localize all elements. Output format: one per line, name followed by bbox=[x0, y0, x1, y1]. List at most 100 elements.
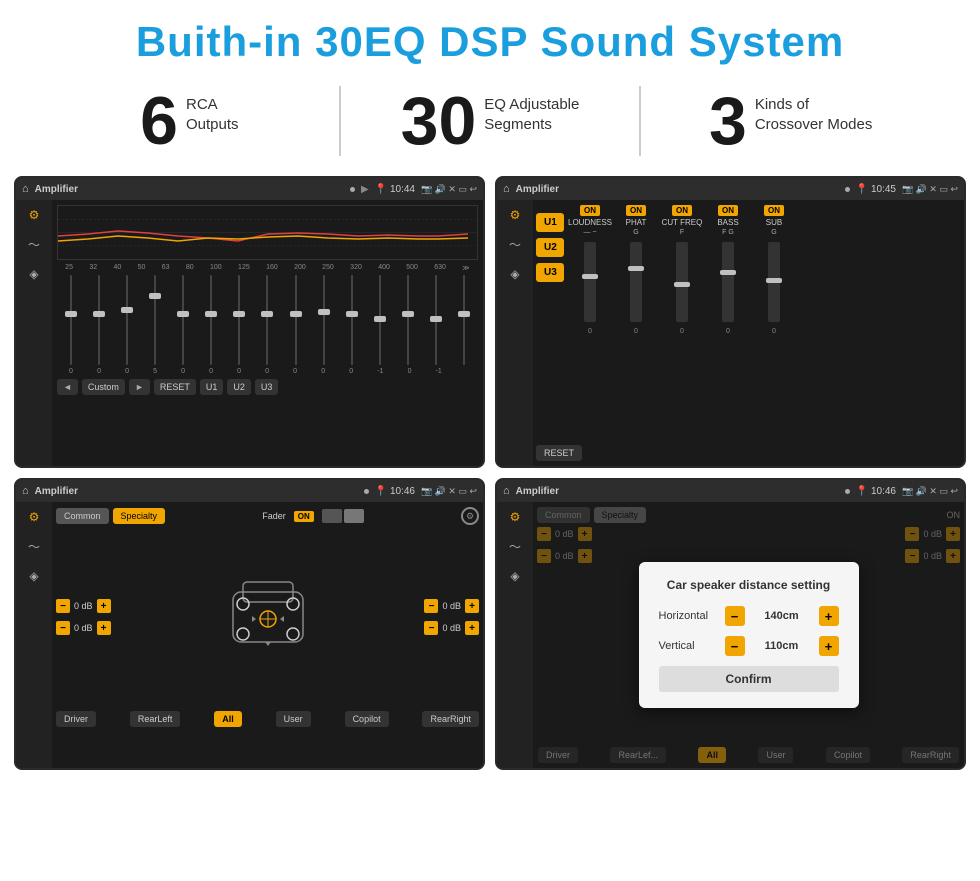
cross-rearleft-btn[interactable]: RearLeft bbox=[130, 711, 181, 727]
amp-time: 📍 10:45 bbox=[856, 184, 896, 195]
amp-home-icon[interactable]: ⌂ bbox=[503, 183, 510, 195]
sub-on-badge: ON bbox=[764, 205, 784, 216]
stat-divider-1 bbox=[339, 86, 341, 156]
dist-speaker-icon[interactable]: ◈ bbox=[510, 569, 519, 583]
eq-slider-6[interactable] bbox=[238, 275, 240, 365]
cross-db-row-2: − 0 dB + bbox=[56, 621, 111, 635]
cross-db-row-1: − 0 dB + bbox=[56, 599, 111, 613]
amp-speaker-icon[interactable]: ◈ bbox=[510, 267, 519, 281]
dist-rearleft-btn[interactable]: RearLef... bbox=[610, 747, 666, 763]
eq-content: 2532405063 80100125160200 25032040050063… bbox=[52, 200, 483, 466]
eq-slider-3[interactable] bbox=[154, 275, 156, 365]
eq-slider-10[interactable] bbox=[351, 275, 353, 365]
eq-slider-4[interactable] bbox=[182, 275, 184, 365]
cross-db-val-4: 0 dB bbox=[442, 623, 461, 633]
eq-u1-btn[interactable]: U1 bbox=[200, 379, 224, 395]
loudness-slider[interactable] bbox=[584, 242, 596, 322]
cross-plus-2[interactable]: + bbox=[97, 621, 111, 635]
stat-eq: 30 EQ AdjustableSegments bbox=[361, 87, 620, 155]
cross-speaker-icon[interactable]: ◈ bbox=[29, 569, 38, 583]
cutfreq-slider[interactable] bbox=[676, 242, 688, 322]
cross-db-val-2: 0 dB bbox=[74, 623, 93, 633]
amp-u1-btn[interactable]: U1 bbox=[536, 213, 564, 232]
dist-horizontal-minus[interactable]: − bbox=[725, 606, 745, 626]
eq-slider-0[interactable] bbox=[70, 275, 72, 365]
stat-cross: 3 Kinds ofCrossover Modes bbox=[661, 87, 920, 155]
eq-sliders bbox=[57, 275, 478, 365]
eq-slider-2[interactable] bbox=[126, 275, 128, 365]
confirm-button[interactable]: Confirm bbox=[659, 666, 839, 692]
eq-slider-5[interactable] bbox=[210, 275, 212, 365]
sub-slider[interactable] bbox=[768, 242, 780, 322]
eq-slider-12[interactable] bbox=[407, 275, 409, 365]
cross-filter-icon[interactable]: ⚙ bbox=[29, 510, 40, 524]
amp-channel-sub: ON SUB G 0 bbox=[753, 205, 795, 441]
dist-rearright-btn[interactable]: RearRight bbox=[902, 747, 959, 763]
eq-speaker-icon[interactable]: ◈ bbox=[29, 267, 38, 281]
amp-u2-btn[interactable]: U2 bbox=[536, 238, 564, 257]
phat-slider[interactable] bbox=[630, 242, 642, 322]
amp-u3-btn[interactable]: U3 bbox=[536, 263, 564, 282]
eq-slider-1[interactable] bbox=[98, 275, 100, 365]
cross-topbar: ⌂ Amplifier 📍 10:46 📷 🔊 ✕ ▭ ↩ bbox=[16, 480, 483, 502]
eq-slider-14[interactable] bbox=[463, 275, 465, 365]
amp-reset-btn[interactable]: RESET bbox=[536, 445, 582, 461]
bass-slider[interactable] bbox=[722, 242, 734, 322]
home-icon[interactable]: ⌂ bbox=[22, 183, 29, 195]
cross-user-btn[interactable]: User bbox=[276, 711, 311, 727]
cross-common-tab[interactable]: Common bbox=[56, 508, 109, 524]
eq-filter-icon[interactable]: ⚙ bbox=[29, 208, 40, 222]
cross-topbar-icons: 📷 🔊 ✕ ▭ ↩ bbox=[421, 486, 477, 497]
amp-sidebar: ⚙ 〜 ◈ bbox=[497, 200, 533, 466]
dist-filter-icon[interactable]: ⚙ bbox=[510, 510, 521, 524]
dist-all-btn[interactable]: All bbox=[698, 747, 726, 763]
dist-time: 📍 10:46 bbox=[856, 486, 896, 497]
eq-svg bbox=[58, 206, 477, 259]
cross-minus-4[interactable]: − bbox=[424, 621, 438, 635]
eq-next-btn[interactable]: ► bbox=[129, 379, 150, 395]
cross-all-btn[interactable]: All bbox=[214, 711, 242, 727]
eq-u3-btn[interactable]: U3 bbox=[255, 379, 279, 395]
cross-copilot-btn[interactable]: Copilot bbox=[345, 711, 389, 727]
eq-wave-icon[interactable]: 〜 bbox=[28, 236, 40, 253]
cross-db-row-3: − 0 dB + bbox=[424, 599, 479, 613]
eq-slider-8[interactable] bbox=[295, 275, 297, 365]
cross-home-icon[interactable]: ⌂ bbox=[22, 485, 29, 497]
eq-slider-11[interactable] bbox=[379, 275, 381, 365]
amp-filter-icon[interactable]: ⚙ bbox=[510, 208, 521, 222]
eq-reset-btn[interactable]: RESET bbox=[154, 379, 196, 395]
eq-controls: ◄ Custom ► RESET U1 U2 U3 bbox=[57, 379, 478, 395]
dist-vertical-minus[interactable]: − bbox=[725, 636, 745, 656]
bass-label: BASS bbox=[717, 218, 738, 227]
amp-channel-phat: ON PHAT G 0 bbox=[615, 205, 657, 441]
cross-specialty-tab[interactable]: Specialty bbox=[113, 508, 166, 524]
eq-custom-btn[interactable]: Custom bbox=[82, 379, 125, 395]
dist-vertical-plus[interactable]: + bbox=[819, 636, 839, 656]
eq-slider-7[interactable] bbox=[266, 275, 268, 365]
cross-minus-1[interactable]: − bbox=[56, 599, 70, 613]
cross-driver-btn[interactable]: Driver bbox=[56, 711, 96, 727]
cross-wave-icon[interactable]: 〜 bbox=[28, 538, 40, 555]
dist-copilot-btn[interactable]: Copilot bbox=[826, 747, 870, 763]
dist-user-btn[interactable]: User bbox=[758, 747, 793, 763]
eq-prev-btn[interactable]: ◄ bbox=[57, 379, 78, 395]
cross-minus-2[interactable]: − bbox=[56, 621, 70, 635]
dist-driver-btn[interactable]: Driver bbox=[538, 747, 578, 763]
dist-wave-icon[interactable]: 〜 bbox=[509, 538, 521, 555]
amp-wave-icon[interactable]: 〜 bbox=[509, 236, 521, 253]
cross-plus-3[interactable]: + bbox=[465, 599, 479, 613]
eq-slider-9[interactable] bbox=[323, 275, 325, 365]
cross-rearright-btn[interactable]: RearRight bbox=[422, 711, 479, 727]
eq-u2-btn[interactable]: U2 bbox=[227, 379, 251, 395]
cross-minus-3[interactable]: − bbox=[424, 599, 438, 613]
cross-settings-icon[interactable]: ⚙ bbox=[466, 511, 474, 522]
cross-plus-4[interactable]: + bbox=[465, 621, 479, 635]
cross-plus-1[interactable]: + bbox=[97, 599, 111, 613]
phat-on-badge: ON bbox=[626, 205, 646, 216]
dist-home-icon[interactable]: ⌂ bbox=[503, 485, 510, 497]
eq-body: ⚙ 〜 ◈ bbox=[16, 200, 483, 466]
dist-horizontal-plus[interactable]: + bbox=[819, 606, 839, 626]
cross-tabs-row: Common Specialty Fader ON ⚙ bbox=[56, 507, 479, 525]
eq-slider-13[interactable] bbox=[435, 275, 437, 365]
status-dot bbox=[350, 187, 355, 192]
